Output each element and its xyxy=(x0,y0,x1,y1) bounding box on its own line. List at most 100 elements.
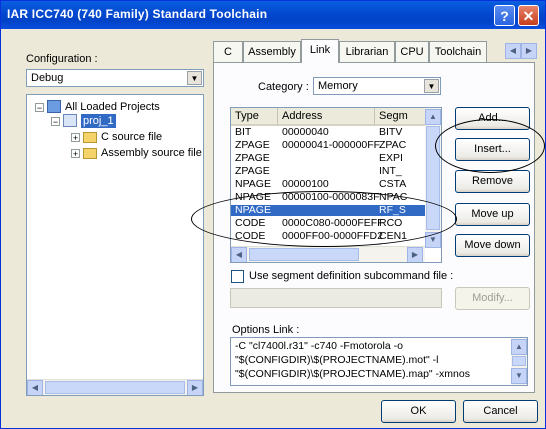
table-cell: CSTA xyxy=(379,178,407,190)
table-cell: 00000041-000000FF xyxy=(282,139,381,151)
table-cell: NPAGE xyxy=(235,204,271,216)
table-cell: 0000FF00-0000FFD2 xyxy=(282,230,383,242)
modify-button[interactable]: Modify... xyxy=(455,287,530,310)
table-row[interactable]: ZPAGE INT_ xyxy=(231,165,426,177)
collapse-icon[interactable]: − xyxy=(35,103,44,113)
tab-toolchain[interactable]: Toolchain xyxy=(429,41,487,62)
table-cell: CODE xyxy=(235,230,266,242)
scroll-down-icon[interactable]: ▼ xyxy=(425,232,441,248)
tab-scroll-right-icon[interactable]: ▶ xyxy=(521,43,537,59)
options-vertical-scrollbar[interactable]: ▲ ▼ xyxy=(511,338,527,385)
table-row[interactable]: ZPAGE 00000041-000000FF ZPAC xyxy=(231,139,426,151)
scroll-right-icon[interactable]: ▶ xyxy=(407,247,423,262)
table-cell: CODE xyxy=(235,217,266,229)
table-row[interactable]: NPAGE 00000100 CSTA xyxy=(231,178,426,190)
table-row[interactable]: CODE 0000FF00-0000FFD2 CEN1 xyxy=(231,230,426,242)
use-segment-label: Use segment definition subcommand file : xyxy=(249,270,454,282)
help-icon[interactable]: ? xyxy=(494,5,515,26)
column-header-type[interactable]: Type xyxy=(231,108,278,126)
table-row[interactable]: ZPAGE EXPI xyxy=(231,152,426,164)
scroll-thumb[interactable] xyxy=(426,126,440,230)
table-cell: NPAGE xyxy=(235,191,271,203)
remove-button[interactable]: Remove xyxy=(455,170,530,193)
folder-icon xyxy=(83,132,97,143)
options-text[interactable]: -C "cl7400l.r31" -c740 -Fmotorola -o "$(… xyxy=(230,337,528,386)
folder-icon xyxy=(83,148,97,159)
table-cell: 0000C080-0000FEFF xyxy=(282,217,384,229)
expand-icon[interactable]: + xyxy=(71,133,80,143)
table-cell: ZPAGE xyxy=(235,165,270,177)
list-horizontal-scrollbar[interactable]: ◀ ▶ xyxy=(231,246,425,262)
column-header-segment[interactable]: Segm xyxy=(375,108,426,126)
close-icon[interactable]: ✕ xyxy=(518,5,539,26)
scroll-right-icon[interactable]: ▶ xyxy=(187,380,203,395)
table-cell: RCO xyxy=(379,217,403,229)
table-cell: INT_ xyxy=(379,165,402,177)
table-cell: 00000100 xyxy=(282,178,329,190)
table-cell: 00000040 xyxy=(282,126,329,138)
table-cell: NPAC xyxy=(379,191,408,203)
workspace-icon xyxy=(47,100,61,113)
title-bar: IAR ICC740 (740 Family) Standard Toolcha… xyxy=(1,1,545,29)
tab-c[interactable]: C xyxy=(213,41,243,62)
category-label: Category : xyxy=(258,81,309,93)
collapse-icon[interactable]: − xyxy=(51,117,60,127)
tree-folder-label: C source file xyxy=(101,131,163,143)
tab-assembly[interactable]: Assembly xyxy=(243,41,301,62)
chevron-down-icon[interactable]: ▼ xyxy=(424,79,439,93)
scroll-thumb[interactable] xyxy=(249,248,359,261)
project-icon xyxy=(63,114,77,127)
table-row[interactable]: NPAGE RF_S xyxy=(231,204,426,216)
options-label: Options Link : xyxy=(232,324,300,336)
window-title: IAR ICC740 (740 Family) Standard Toolcha… xyxy=(7,7,268,21)
table-cell: EXPI xyxy=(379,152,403,164)
options-line: "$(CONFIGDIR)\$(PROJECTNAME).mot" -l xyxy=(235,354,439,366)
table-cell: BITV xyxy=(379,126,403,138)
add-button[interactable]: Add... xyxy=(455,107,530,130)
scroll-down-icon[interactable]: ▼ xyxy=(511,368,527,384)
table-row[interactable]: BIT 00000040 BITV xyxy=(231,126,426,138)
move-up-button[interactable]: Move up xyxy=(455,203,530,226)
scroll-up-icon[interactable]: ▲ xyxy=(511,339,527,355)
cancel-button[interactable]: Cancel xyxy=(463,400,538,423)
project-tree[interactable]: − All Loaded Projects − proj_1 + C sourc… xyxy=(26,94,204,396)
table-cell: RF_S xyxy=(379,204,406,216)
configuration-label: Configuration : xyxy=(26,53,98,65)
tab-link[interactable]: Link xyxy=(301,39,339,63)
configuration-select[interactable]: Debug ▼ xyxy=(26,69,204,87)
segment-file-field[interactable] xyxy=(230,288,442,308)
chevron-down-icon[interactable]: ▼ xyxy=(187,71,202,85)
expand-icon[interactable]: + xyxy=(71,149,80,159)
table-cell: ZPAGE xyxy=(235,152,270,164)
use-segment-checkbox[interactable] xyxy=(231,270,244,283)
scroll-thumb[interactable] xyxy=(512,356,526,366)
category-select[interactable]: Memory ▼ xyxy=(313,77,441,95)
scroll-up-icon[interactable]: ▲ xyxy=(425,109,441,125)
table-cell: ZPAC xyxy=(379,139,407,151)
move-down-button[interactable]: Move down xyxy=(455,234,530,257)
tab-librarian[interactable]: Librarian xyxy=(339,41,395,62)
table-cell: ZPAGE xyxy=(235,139,270,151)
scroll-left-icon[interactable]: ◀ xyxy=(27,380,43,395)
category-value: Memory xyxy=(318,80,358,92)
ok-button[interactable]: OK xyxy=(381,400,456,423)
table-cell: BIT xyxy=(235,126,252,138)
scroll-left-icon[interactable]: ◀ xyxy=(231,247,247,262)
toolchain-dialog: IAR ICC740 (740 Family) Standard Toolcha… xyxy=(0,0,546,429)
table-cell: NPAGE xyxy=(235,178,271,190)
tree-folder-label: Assembly source file xyxy=(101,147,202,159)
tree-project-label: proj_1 xyxy=(81,114,116,128)
scroll-thumb[interactable] xyxy=(45,381,185,394)
insert-button[interactable]: Insert... xyxy=(455,138,530,161)
tree-root-label: All Loaded Projects xyxy=(65,101,160,113)
tab-scroll-left-icon[interactable]: ◀ xyxy=(505,43,521,59)
table-cell: 00000100-0000083F xyxy=(282,191,380,203)
table-row[interactable]: CODE 0000C080-0000FEFF RCO xyxy=(231,217,426,229)
tree-horizontal-scrollbar[interactable]: ◀ ▶ xyxy=(27,379,203,395)
tab-cpu[interactable]: CPU xyxy=(395,41,429,62)
table-row[interactable]: NPAGE 00000100-0000083F NPAC xyxy=(231,191,426,203)
column-header-address[interactable]: Address xyxy=(278,108,375,126)
options-line: -C "cl7400l.r31" -c740 -Fmotorola -o xyxy=(235,340,403,352)
segment-list[interactable]: Type Address Segm BIT 00000040 BITV ZPAGE 00… xyxy=(230,107,442,263)
list-vertical-scrollbar[interactable]: ▲ ▼ xyxy=(425,108,441,248)
